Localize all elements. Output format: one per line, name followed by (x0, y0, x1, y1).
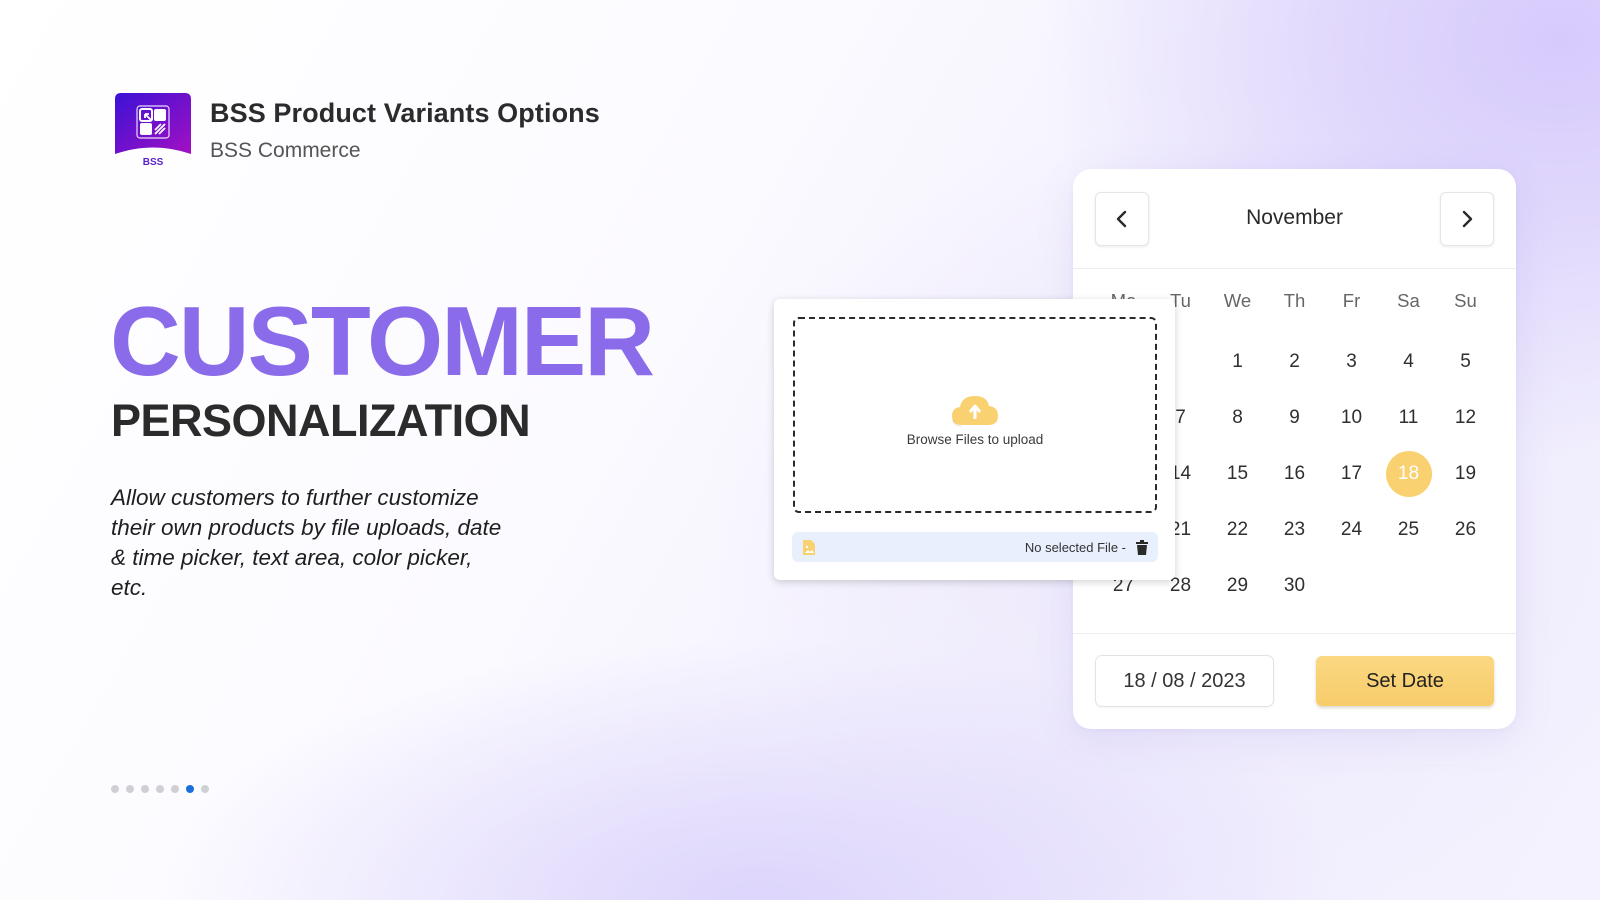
trash-icon[interactable] (1136, 539, 1148, 555)
calendar-day[interactable]: 24 (1329, 507, 1375, 553)
selected-file-bar: No selected File - (792, 532, 1158, 562)
app-title: BSS Product Variants Options (210, 98, 600, 128)
calendar-day-selected[interactable]: 18 (1385, 451, 1432, 497)
calendar-day[interactable]: 22 (1215, 507, 1261, 553)
calendar-day[interactable]: 17 (1329, 451, 1375, 497)
file-upload-card: Browse Files to upload No selected File … (774, 299, 1175, 580)
pagination-dot[interactable] (126, 785, 134, 793)
cloud-upload-icon (952, 395, 998, 427)
app-header: BSS BSS Product Variants Options BSS Com… (115, 93, 600, 169)
calendar-day-empty (1329, 563, 1375, 609)
calendar-day[interactable]: 2 (1272, 339, 1318, 385)
image-file-icon (803, 539, 815, 555)
weekday-label: Sa (1397, 290, 1420, 311)
calendar-footer: 18 / 08 / 2023 Set Date (1073, 633, 1516, 729)
pagination-dot[interactable] (186, 785, 194, 793)
calendar-day[interactable]: 8 (1215, 395, 1261, 441)
calendar-header: November (1073, 169, 1516, 269)
calendar-day-empty (1443, 563, 1489, 609)
set-date-button[interactable]: Set Date (1316, 656, 1494, 706)
calendar-day[interactable]: 5 (1443, 339, 1489, 385)
file-dropzone[interactable]: Browse Files to upload (793, 317, 1157, 513)
browse-files-label: Browse Files to upload (906, 431, 1044, 447)
calendar-day[interactable]: 15 (1215, 451, 1261, 497)
pagination-dot[interactable] (201, 785, 209, 793)
pagination-dot[interactable] (156, 785, 164, 793)
carousel-pagination (111, 785, 209, 793)
calendar-day[interactable]: 4 (1386, 339, 1432, 385)
calendar-day[interactable]: 26 (1443, 507, 1489, 553)
hero-subtitle: PERSONALIZATION (111, 395, 531, 446)
date-input[interactable]: 18 / 08 / 2023 (1095, 655, 1274, 707)
app-vendor: BSS Commerce (210, 139, 361, 162)
calendar-day[interactable]: 3 (1329, 339, 1375, 385)
weekday-label: Fr (1342, 290, 1361, 311)
file-status: No selected File - (1024, 539, 1126, 555)
pagination-dot[interactable] (171, 785, 179, 793)
next-month-button[interactable] (1440, 192, 1494, 246)
calendar-day[interactable]: 9 (1272, 395, 1318, 441)
calendar-day[interactable]: 29 (1215, 563, 1261, 609)
weekday-label: Su (1454, 290, 1477, 311)
calendar-day[interactable]: 19 (1443, 451, 1489, 497)
hero-description: Allow customers to further customize the… (111, 485, 502, 600)
variant-grid-icon: BSS (115, 93, 191, 168)
hero-title: CUSTOMER (110, 286, 655, 396)
calendar-day[interactable]: 25 (1386, 507, 1432, 553)
weekday-label: We (1223, 290, 1252, 311)
calendar-day[interactable]: 10 (1329, 395, 1375, 441)
pagination-dot[interactable] (111, 785, 119, 793)
calendar-day[interactable]: 1 (1215, 339, 1261, 385)
weekday-label: Th (1283, 290, 1306, 311)
svg-text:BSS: BSS (143, 157, 164, 168)
calendar-day[interactable]: 11 (1386, 395, 1432, 441)
calendar-day[interactable]: 16 (1272, 451, 1318, 497)
calendar-day[interactable]: 23 (1272, 507, 1318, 553)
calendar-day[interactable]: 12 (1443, 395, 1489, 441)
calendar-day-empty (1386, 563, 1432, 609)
calendar-day[interactable]: 30 (1272, 563, 1318, 609)
chevron-right-icon (1462, 210, 1473, 228)
pagination-dot[interactable] (141, 785, 149, 793)
app-logo: BSS (115, 93, 191, 169)
